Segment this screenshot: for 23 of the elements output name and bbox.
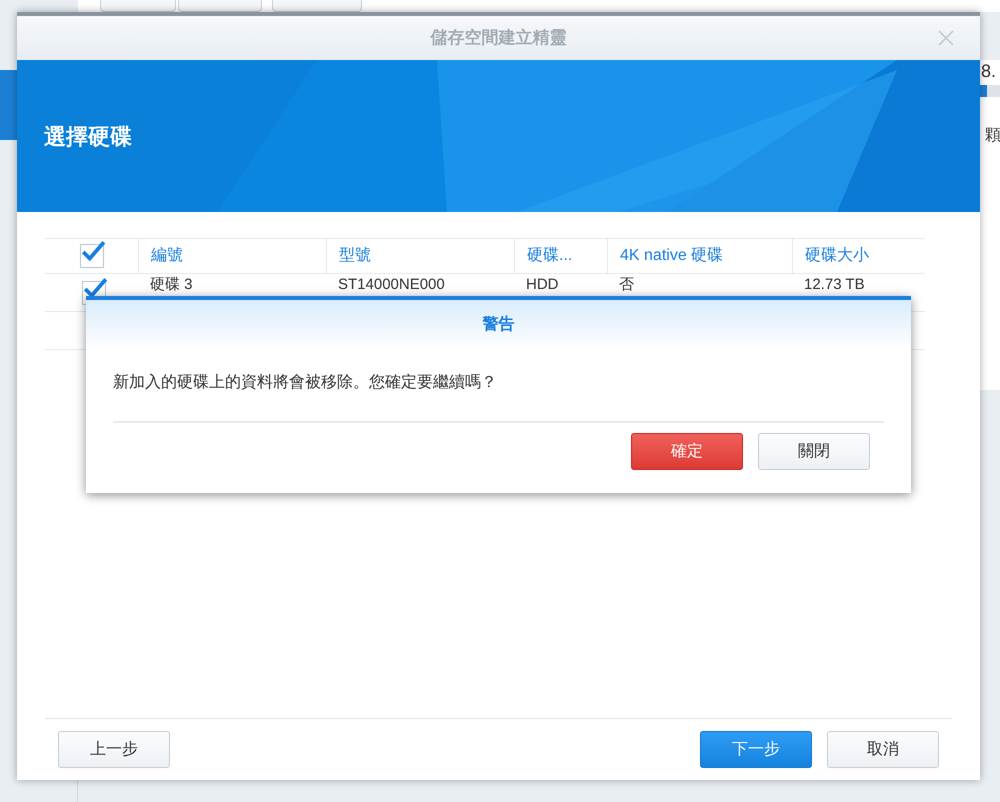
window-title: 儲存空間建立精靈 [430,27,566,50]
page-heading: 選擇硬碟 [44,122,132,150]
background-text: 8. [981,60,996,83]
column-header[interactable]: 型號 [339,244,371,268]
confirm-button[interactable]: 確定 [631,433,743,470]
table-cell: 硬碟 3 [150,276,193,294]
column-header[interactable]: 編號 [151,244,183,268]
next-button[interactable]: 下一步 [700,731,812,768]
checkbox[interactable] [80,244,104,268]
column-header[interactable]: 硬碟... [527,244,572,268]
column-header[interactable]: 硬碟大小 [805,244,869,268]
column-header[interactable]: 4K native 硬碟 [620,244,724,268]
sidebar-item[interactable] [0,70,17,140]
close-button[interactable]: 關閉 [758,433,870,470]
table-cell: HDD [526,276,558,294]
table-cell: 12.73 TB [804,276,865,294]
wizard-button[interactable]: 取消 [827,731,939,768]
table-cell: ST14000NE000 [338,276,445,294]
dialog-message: 新加入的硬碟上的資料將會被移除。您確定要繼續嗎？ [113,372,498,393]
close-icon[interactable] [936,28,956,48]
dialog-title: 警告 [482,314,514,335]
wizard-button[interactable]: 上一步 [58,731,170,768]
table-cell: 否 [619,276,634,294]
